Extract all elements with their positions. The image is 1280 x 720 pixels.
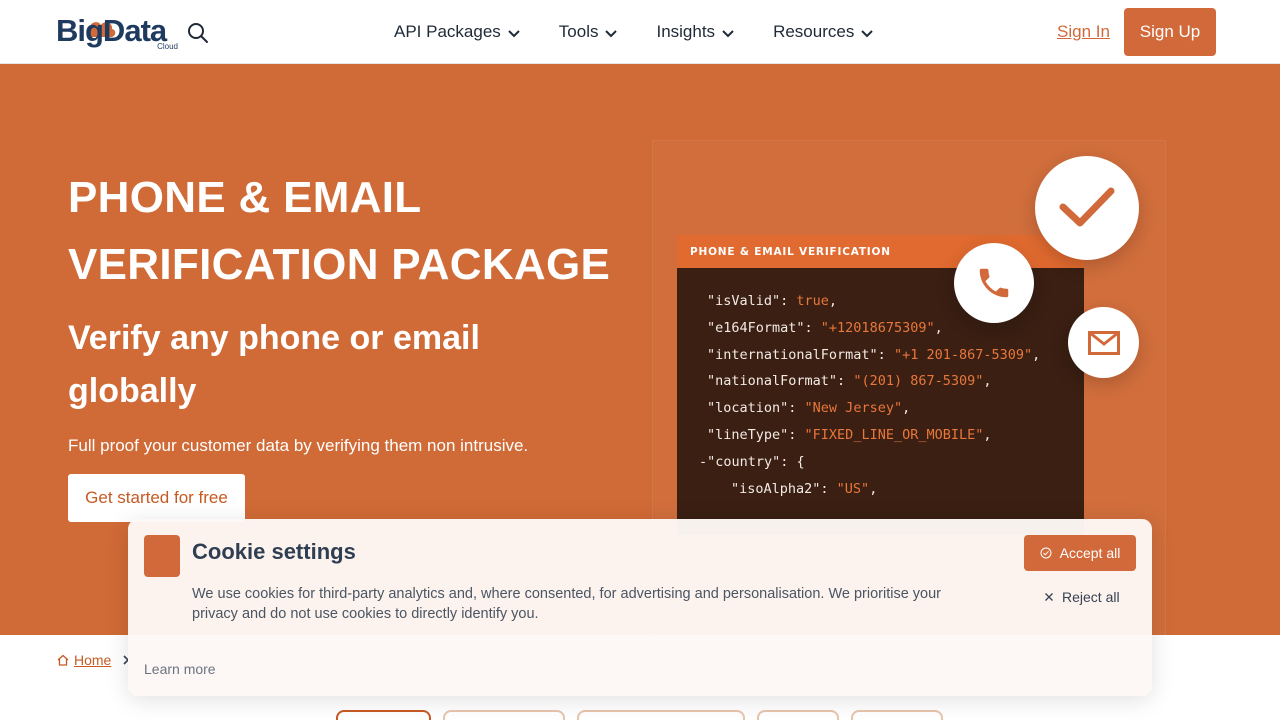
breadcrumb-home-link[interactable]: Home [74, 652, 111, 668]
accept-all-label: Accept all [1059, 545, 1121, 561]
json-value: true [796, 293, 829, 309]
envelope-icon [1068, 307, 1139, 378]
json-value: "FIXED_LINE_OR_MOBILE" [804, 426, 984, 443]
chevron-down-icon [861, 29, 874, 37]
nav-item-tools[interactable]: Tools [559, 22, 619, 42]
main-nav: API Packages Tools Insights Resources [394, 0, 874, 64]
json-key: "lineType": [707, 426, 805, 443]
hero-title: PHONE & EMAIL VERIFICATION PACKAGE [68, 173, 611, 289]
code-line: "lineType": "FIXED_LINE_OR_MOBILE", [707, 427, 1084, 454]
checkmark-icon [1035, 156, 1139, 260]
site-header: BigData Cloud API Packages Tools Insight… [0, 0, 1280, 64]
json-key: "isValid": [707, 293, 797, 309]
hero-subtitle: Verify any phone or email globally [68, 319, 480, 410]
json-key: -"country": { [699, 453, 805, 470]
logo-wordmark: BigData [56, 13, 167, 48]
category-tab[interactable] [336, 710, 431, 720]
code-line: "isoAlpha2": "US", [731, 481, 1084, 508]
chevron-down-icon [722, 29, 734, 37]
category-tabs [336, 710, 943, 720]
bigdata-logo[interactable]: BigData Cloud [56, 13, 180, 53]
reject-all-button[interactable]: Reject all [1044, 587, 1120, 607]
json-value: "New Jersey" [804, 400, 903, 417]
category-tab[interactable] [443, 710, 565, 720]
learn-more-link[interactable]: Learn more [144, 661, 216, 677]
json-punct: , [1032, 346, 1041, 363]
nav-item-label: API Packages [394, 22, 501, 41]
code-line: -"country": { [699, 454, 1084, 481]
json-punct: , [869, 480, 878, 497]
code-line: "internationalFormat": "+1 201-867-5309"… [707, 347, 1084, 374]
nav-item-label: Tools [558, 22, 599, 41]
json-value: "+12018675309" [820, 319, 935, 336]
sign-up-button[interactable]: Sign Up [1124, 8, 1216, 56]
json-punct: , [828, 293, 838, 309]
code-line: "e164Format": "+12018675309", [707, 320, 1084, 347]
breadcrumb: Home [57, 652, 130, 668]
sign-in-link[interactable]: Sign In [1057, 22, 1110, 42]
category-tab[interactable] [851, 710, 943, 720]
json-key: "internationalFormat": [707, 346, 894, 363]
cookie-icon [144, 535, 180, 577]
get-started-button[interactable]: Get started for free [68, 474, 245, 522]
json-punct: , [934, 319, 943, 336]
reject-all-label: Reject all [1062, 589, 1120, 605]
category-tab[interactable] [757, 710, 839, 720]
cookie-description: We use cookies for third-party analytics… [192, 586, 942, 622]
json-punct: , [902, 400, 911, 417]
nav-item-insights[interactable]: Insights [656, 22, 735, 42]
cookie-title: Cookie settings [192, 539, 356, 564]
check-circle-icon [1040, 547, 1052, 559]
phone-icon [954, 243, 1034, 323]
chevron-down-icon [605, 29, 618, 37]
json-punct: , [983, 373, 992, 390]
accept-all-button[interactable]: Accept all [1024, 535, 1136, 571]
json-punct: , [983, 426, 992, 443]
search-icon[interactable] [186, 21, 210, 45]
hero-description: Full proof your customer data by verifyi… [68, 436, 529, 455]
close-icon [1045, 593, 1053, 601]
json-value: "+1 201-867-5309" [893, 346, 1033, 363]
json-value: "(201) 867-5309" [853, 373, 984, 390]
cookie-banner: Cookie settings We use cookies for third… [128, 519, 1152, 696]
category-tab[interactable] [577, 710, 745, 720]
nav-item-resources[interactable]: Resources [773, 22, 874, 42]
nav-item-label: Resources [773, 22, 855, 41]
json-key: "e164Format": [707, 319, 821, 336]
nav-item-api-packages[interactable]: API Packages [394, 22, 521, 42]
json-key: "isoAlpha2": [731, 480, 837, 497]
chevron-down-icon [508, 29, 520, 37]
json-key: "nationalFormat": [707, 373, 854, 390]
home-icon [57, 654, 69, 666]
logo-subtitle: Cloud [157, 42, 178, 51]
json-value: "US" [836, 480, 870, 497]
code-line: "nationalFormat": "(201) 867-5309", [707, 373, 1084, 400]
json-key: "location": [707, 400, 805, 417]
code-line: "location": "New Jersey", [707, 400, 1084, 427]
nav-item-label: Insights [656, 22, 716, 41]
